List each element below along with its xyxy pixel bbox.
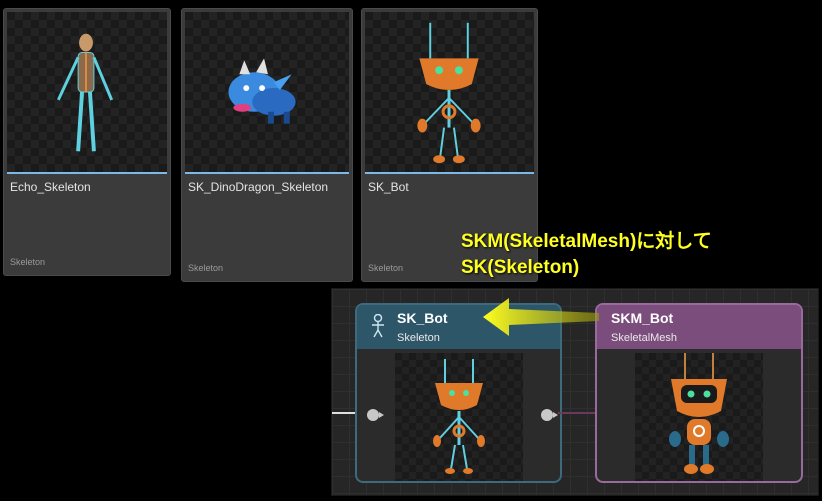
- asset-thumbnail: [185, 12, 349, 172]
- orange-bot-thumbnail: [417, 22, 481, 164]
- node-subtitle: Skeleton: [397, 332, 440, 344]
- skeletal-mesh-node[interactable]: SKM_Bot SkeletalMesh: [595, 303, 803, 483]
- skeleton-icon: [372, 314, 384, 338]
- asset-card-echo-skeleton[interactable]: Echo_Skeleton Skeleton: [3, 8, 171, 276]
- asset-type: Skeleton: [10, 257, 46, 267]
- orange-bot-mesh-thumbnail: [669, 353, 729, 474]
- annotation-text: SKM(SkeletalMesh)に対して SK(Skeleton): [461, 229, 712, 281]
- asset-name: SK_DinoDragon_Skeleton: [188, 180, 329, 194]
- node-title: SK_Bot: [397, 310, 448, 326]
- node-header: SKM_Bot SkeletalMesh: [597, 305, 801, 349]
- input-pin[interactable]: [367, 409, 384, 421]
- annotation-line-2: SK(Skeleton): [461, 257, 580, 278]
- node-subtitle: SkeletalMesh: [611, 332, 678, 344]
- asset-accent-bar: [365, 172, 534, 174]
- asset-thumbnail: [7, 12, 167, 172]
- asset-type: Skeleton: [368, 263, 404, 273]
- yellow-arrow-icon: [483, 298, 599, 336]
- blue-dragon-thumbnail: [228, 58, 296, 124]
- node-preview: [395, 353, 523, 481]
- orange-bot-thumbnail: [433, 359, 485, 474]
- asset-accent-bar: [7, 172, 167, 174]
- node-preview: [635, 353, 763, 481]
- asset-name: Echo_Skeleton: [10, 180, 91, 194]
- node-title: SKM_Bot: [611, 310, 674, 326]
- humanoid-skeleton-thumbnail: [57, 33, 114, 152]
- asset-type: Skeleton: [188, 263, 224, 273]
- asset-accent-bar: [185, 172, 349, 174]
- asset-thumbnail: [365, 12, 534, 172]
- asset-card-dinodragon-skeleton[interactable]: SK_DinoDragon_Skeleton Skeleton: [181, 8, 353, 282]
- output-pin[interactable]: [541, 409, 558, 421]
- annotation-line-1: SKM(SkeletalMesh)に対して: [461, 231, 712, 252]
- asset-name: SK_Bot: [368, 180, 409, 194]
